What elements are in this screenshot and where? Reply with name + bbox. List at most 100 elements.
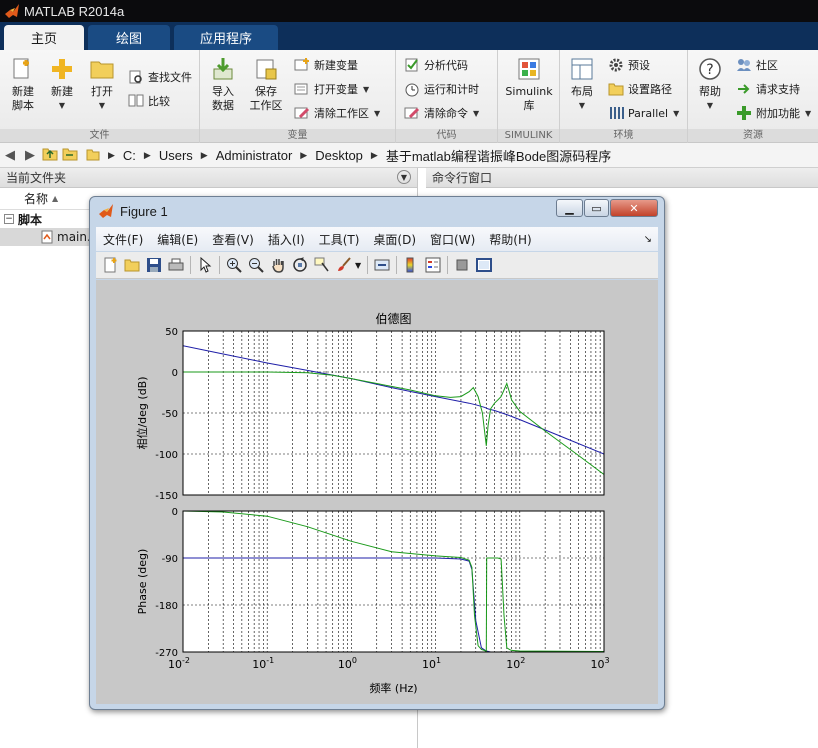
variable-group-label: 变量 bbox=[200, 129, 395, 142]
menu-insert[interactable]: 插入(I) bbox=[261, 231, 312, 248]
analyze-code-icon bbox=[404, 57, 420, 73]
tab-apps[interactable]: 应用程序 bbox=[174, 25, 278, 50]
chevron-down-icon: ▼ bbox=[473, 108, 480, 118]
simulink-group: Simulink 库 SIMULINK bbox=[498, 50, 560, 143]
chevron-down-icon: ▼ bbox=[58, 101, 66, 110]
save-workspace-button[interactable]: 保存 工作区 bbox=[246, 56, 286, 113]
breadcrumb-separator-icon: ▶ bbox=[370, 149, 378, 160]
community-icon bbox=[736, 57, 752, 73]
open-variable-button[interactable]: 打开变量 ▼ bbox=[294, 80, 369, 98]
open-button[interactable]: 打开 ▼ bbox=[86, 56, 118, 113]
breadcrumb-item[interactable]: Administrator bbox=[216, 148, 293, 163]
rotate-icon[interactable] bbox=[289, 254, 311, 276]
menu-view[interactable]: 查看(V) bbox=[205, 231, 261, 248]
maximize-button[interactable]: ▭ bbox=[584, 199, 609, 217]
clear-commands-button[interactable]: 清除命令 ▼ bbox=[404, 104, 479, 122]
pan-icon[interactable] bbox=[267, 254, 289, 276]
community-button[interactable]: 社区 bbox=[736, 56, 778, 74]
show-plot-tools-icon[interactable] bbox=[473, 254, 495, 276]
breadcrumb-item[interactable]: C: bbox=[123, 148, 136, 163]
x-tick-label: 102 bbox=[506, 656, 525, 671]
browse-folder-icon[interactable] bbox=[60, 147, 80, 164]
chevron-down-icon: ▼ bbox=[673, 108, 680, 118]
zoom-out-icon[interactable] bbox=[245, 254, 267, 276]
import-data-button[interactable]: 导入 数据 bbox=[206, 56, 240, 113]
clear-commands-icon bbox=[404, 105, 420, 121]
plus-icon bbox=[49, 56, 75, 82]
ribbon: 新建 脚本 新建 ▼ 打开 ▼ 查找文件 比较 文件 导入 数据 保存 工作区 … bbox=[0, 50, 818, 143]
code-group-label: 代码 bbox=[396, 129, 497, 142]
y-tick-label: 50 bbox=[165, 327, 178, 338]
menu-desktop[interactable]: 桌面(D) bbox=[366, 231, 423, 248]
new-variable-icon bbox=[294, 57, 310, 73]
addons-icon bbox=[736, 105, 752, 121]
colorbar-icon[interactable] bbox=[400, 254, 422, 276]
save-icon[interactable] bbox=[143, 254, 165, 276]
menu-help[interactable]: 帮助(H) bbox=[482, 231, 538, 248]
minimize-button[interactable]: ▁ bbox=[556, 199, 583, 217]
new-variable-button[interactable]: 新建变量 bbox=[294, 56, 358, 74]
matlab-logo-icon bbox=[99, 204, 113, 218]
preferences-button[interactable]: 预设 bbox=[608, 56, 650, 74]
menu-window[interactable]: 窗口(W) bbox=[423, 231, 482, 248]
new-script-button[interactable]: 新建 脚本 bbox=[6, 56, 40, 113]
name-column-header[interactable]: 名称 bbox=[24, 190, 48, 207]
addons-button[interactable]: 附加功能 ▼ bbox=[736, 104, 811, 122]
current-folder-header: 当前文件夹 ▼ bbox=[0, 168, 417, 188]
zoom-in-icon[interactable] bbox=[223, 254, 245, 276]
x-tick-label: 10-1 bbox=[252, 656, 274, 671]
figure-window: Figure 1 ▁ ▭ ✕ 文件(F) 编辑(E) 查看(V) 插入(I) 工… bbox=[89, 196, 665, 710]
hide-plot-tools-icon[interactable] bbox=[451, 254, 473, 276]
folder-icon bbox=[608, 81, 624, 97]
dock-arrow-icon[interactable]: ↘ bbox=[644, 234, 652, 245]
tab-plots[interactable]: 绘图 bbox=[88, 25, 170, 50]
x-tick-label: 101 bbox=[422, 656, 441, 671]
up-folder-icon[interactable] bbox=[40, 147, 60, 164]
close-icon: ✕ bbox=[629, 201, 639, 215]
back-arrow-icon[interactable]: ◀ bbox=[0, 147, 20, 163]
breadcrumb-separator-icon: ▶ bbox=[300, 149, 308, 160]
tab-home[interactable]: 主页 bbox=[4, 25, 84, 50]
legend-icon[interactable] bbox=[422, 254, 444, 276]
menu-edit[interactable]: 编辑(E) bbox=[150, 231, 205, 248]
parallel-button[interactable]: Parallel ▼ bbox=[608, 104, 679, 122]
simulink-group-label: SIMULINK bbox=[498, 129, 559, 142]
ribbon-tab-strip: 主页 绘图 应用程序 bbox=[0, 22, 818, 50]
figure-canvas[interactable]: 50 0 -50 -100 -150 伯德图 相位/deg (dB) 0 -90 -180 -270… bbox=[96, 280, 658, 704]
breadcrumb-item[interactable]: Desktop bbox=[315, 148, 363, 163]
file-group: 新建 脚本 新建 ▼ 打开 ▼ 查找文件 比较 文件 bbox=[0, 50, 200, 143]
request-support-button[interactable]: 请求支持 bbox=[736, 80, 800, 98]
clear-workspace-button[interactable]: 清除工作区 ▼ bbox=[294, 104, 380, 122]
layout-button[interactable]: 布局 ▼ bbox=[566, 56, 598, 113]
print-icon[interactable] bbox=[165, 254, 187, 276]
current-folder-title: 当前文件夹 bbox=[6, 171, 67, 185]
pointer-icon[interactable] bbox=[194, 254, 216, 276]
new-figure-icon[interactable] bbox=[99, 254, 121, 276]
simulink-library-button[interactable]: Simulink 库 bbox=[504, 56, 554, 113]
forward-arrow-icon[interactable]: ▶ bbox=[20, 147, 40, 163]
menu-file[interactable]: 文件(F) bbox=[96, 231, 150, 248]
new-button[interactable]: 新建 ▼ bbox=[46, 56, 78, 113]
simulink-icon bbox=[516, 56, 542, 82]
sort-ascending-icon: ▲ bbox=[52, 194, 59, 203]
help-button[interactable]: ? 帮助 ▼ bbox=[694, 56, 726, 113]
run-and-time-button[interactable]: 运行和计时 bbox=[404, 80, 479, 98]
link-icon[interactable] bbox=[371, 254, 393, 276]
brush-icon[interactable] bbox=[333, 254, 355, 276]
m-file-icon bbox=[41, 230, 53, 244]
breadcrumb-item[interactable]: 基于matlab编程谐振峰Bode图源码程序 bbox=[386, 146, 611, 165]
compare-button[interactable]: 比较 bbox=[128, 92, 170, 110]
bode-plot[interactable]: 500-50-100-150伯德图相位/deg (dB)0-90-180-270… bbox=[96, 280, 658, 704]
close-button[interactable]: ✕ bbox=[610, 199, 658, 217]
chevron-down-icon[interactable]: ▼ bbox=[355, 261, 361, 270]
analyze-code-button[interactable]: 分析代码 bbox=[404, 56, 468, 74]
open-icon[interactable] bbox=[121, 254, 143, 276]
set-path-button[interactable]: 设置路径 bbox=[608, 80, 672, 98]
data-cursor-icon[interactable] bbox=[311, 254, 333, 276]
pane-menu-icon[interactable]: ▼ bbox=[397, 170, 411, 184]
open-variable-icon bbox=[294, 81, 310, 97]
menu-tools[interactable]: 工具(T) bbox=[312, 231, 367, 248]
find-files-button[interactable]: 查找文件 bbox=[128, 68, 192, 86]
collapse-icon[interactable]: − bbox=[4, 214, 14, 224]
breadcrumb-item[interactable]: Users bbox=[159, 148, 193, 163]
